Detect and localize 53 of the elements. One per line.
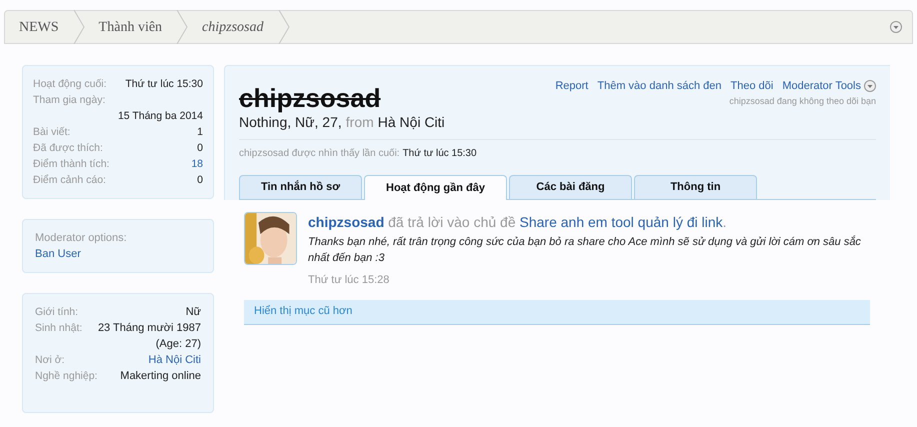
field-label: Đã được thích: [33, 141, 103, 156]
profile-tab[interactable]: Hoạt động gần đây [364, 175, 507, 200]
user-details: Nothing, Nữ, 27, [239, 113, 342, 132]
last-seen-time: Thứ tư lúc 15:30 [402, 147, 477, 161]
field-value: 1 [197, 125, 203, 140]
activity-user-link[interactable]: chipzsosad [308, 214, 384, 230]
field-value[interactable]: 18 [191, 156, 203, 172]
username: chipzsosad [239, 84, 382, 112]
profile-tab[interactable]: Các bài đăng [509, 175, 632, 199]
action-link[interactable]: Report [555, 78, 588, 94]
dropdown-icon[interactable] [864, 80, 876, 92]
field-value: 23 Tháng mười 1987 [98, 321, 201, 336]
field-label: Điểm thành tích: [33, 157, 110, 172]
field-value: 0 [197, 173, 203, 188]
action-link[interactable]: Thêm vào danh sách đen [597, 78, 722, 94]
activity-time: Thứ tư lúc 15:28 [308, 273, 390, 288]
field-label: Giới tính: [35, 305, 78, 320]
dropdown-icon[interactable] [890, 21, 902, 33]
field-value: Nữ [186, 305, 201, 320]
chevron-divider-icon [176, 10, 188, 44]
action-link[interactable]: Moderator Tools [782, 78, 861, 94]
field-value: 15 Tháng ba 2014 [118, 109, 203, 124]
chevron-divider-icon [278, 10, 290, 44]
field-label: Sinh nhật: [35, 321, 82, 336]
profile-tab[interactable]: Thông tin [634, 175, 757, 199]
from-label: from [346, 113, 374, 132]
sentence-period: . [722, 214, 727, 230]
profile-tab[interactable]: Tin nhắn hồ sơ [239, 175, 362, 199]
field-value[interactable]: Hà Nội Citi [148, 352, 201, 368]
breadcrumb-item[interactable]: NEWS [5, 16, 73, 38]
field-label: Bài viết: [33, 125, 70, 140]
card-title: Moderator options: [35, 231, 128, 246]
location: Hà Nội Citi [378, 113, 445, 132]
field-value: 0 [197, 141, 203, 156]
field-label: Điểm cảnh cáo: [33, 173, 106, 188]
field-value: Thứ tư lúc 15:30 [125, 77, 203, 92]
field-label: Hoạt động cuối: [33, 77, 107, 92]
breadcrumb-item[interactable]: Thành viên [84, 16, 176, 38]
breadcrumb-item[interactable]: chipzsosad [188, 16, 278, 38]
field-value: Makerting online [120, 369, 201, 384]
field-label: Nghề nghiệp: [35, 369, 98, 384]
activity-topic-link[interactable]: Share anh em tool quản lý đi link [520, 214, 723, 230]
action-link[interactable]: Theo dõi [730, 78, 774, 94]
field-label: Tham gia ngày: [33, 93, 106, 108]
activity-action: đã trả lời vào chủ đề [388, 214, 516, 230]
ban-user-link[interactable]: Ban User [35, 246, 201, 262]
show-older-link[interactable]: Hiển thị mục cũ hơn [244, 300, 870, 324]
chevron-divider-icon [72, 10, 85, 44]
activity-snippet: Thanks bạn nhé, rất trân trọng công sức của bạn bỏ ra share cho Ace mình sẽ sử dụng và gửi lời cám ơn sâu sắc nhất đến bạn :3 [308, 234, 862, 266]
field-label: Nơi ở: [35, 353, 65, 368]
last-seen-label: chipzsosad được nhìn thấy lần cuối: [239, 147, 400, 161]
age-note: (Age: 27) [156, 337, 201, 352]
follow-note: chipzsosad đang không theo dõi bạn [729, 94, 876, 108]
